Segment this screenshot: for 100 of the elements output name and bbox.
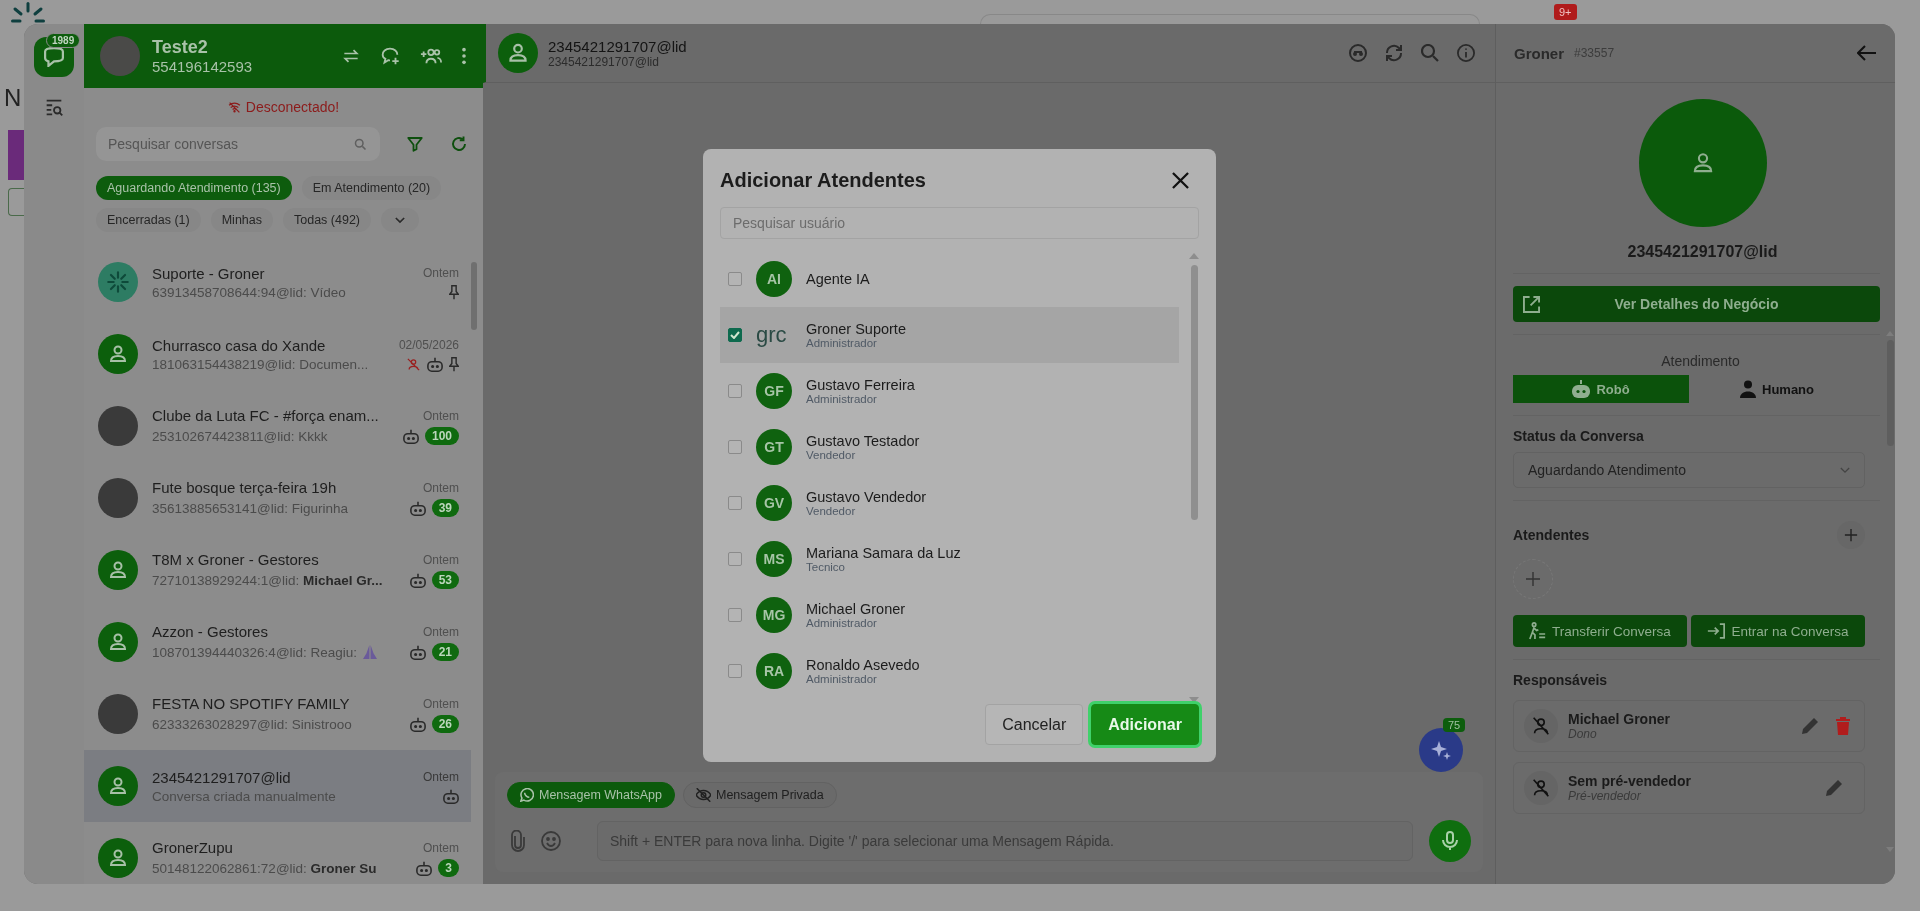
conversation-item[interactable]: GronerZupu Ontem 50148122062861:72@lid: Groner Su 3 — [84, 822, 471, 884]
checkbox[interactable] — [728, 664, 742, 678]
search-field[interactable]: Pesquisar conversas — [96, 127, 380, 161]
face-icon[interactable] — [1349, 44, 1367, 62]
filter-chip[interactable]: Minhas — [210, 208, 273, 232]
conversation-name: Fute bosque terça-feira 19h — [152, 479, 338, 496]
scrollbar[interactable] — [471, 262, 477, 330]
checkbox[interactable] — [728, 440, 742, 454]
service-mode-toggle[interactable]: Robô — [1513, 375, 1689, 403]
user-role: Vendedor — [806, 505, 857, 517]
close-icon[interactable] — [1172, 171, 1189, 189]
refresh-icon[interactable] — [450, 135, 468, 153]
user-row[interactable]: MG Michael Groner Administrador — [720, 587, 1179, 643]
conversation-name: GronerZupu — [152, 839, 234, 856]
filter-chip[interactable]: Em Atendimento (20) — [301, 176, 442, 200]
user-row[interactable]: RA Ronaldo Asevedo Administrador — [720, 643, 1179, 699]
user-row[interactable]: GF Gustavo Ferreira Administrador — [720, 363, 1179, 419]
pencil-icon[interactable] — [1802, 718, 1818, 734]
new-chat-icon[interactable] — [379, 45, 401, 67]
search-icon — [353, 137, 368, 152]
conversation-item[interactable]: Clube da Luta FC - #força enam... Ontem 253102674423811@lid: Kkkk 100 — [84, 390, 471, 462]
add-button[interactable]: Adicionar — [1091, 704, 1199, 745]
checkbox[interactable] — [728, 272, 742, 286]
user-row[interactable]: GV Gustavo Vendedor Vendedor — [720, 475, 1179, 531]
user-row[interactable]: GT Gustavo Testador Vendedor — [720, 419, 1179, 475]
user-name: Gustavo Ferreira — [806, 377, 915, 393]
message-preview: 50148122062861:72@lid: Groner Su — [152, 860, 377, 876]
conversation-name: Suporte - Groner — [152, 264, 266, 282]
filter-icon[interactable] — [406, 135, 424, 153]
photo-placeholder — [100, 36, 140, 76]
conversation-item[interactable]: T8M x Groner - Gestores Ontem 72710138929244:1@lid: Michael Gr... 53 — [84, 534, 471, 606]
scroll-up-icon[interactable] — [1886, 331, 1894, 336]
person-avatar — [498, 33, 538, 73]
conversation-time: Ontem — [423, 266, 459, 280]
message-preview: 72710138929244:1@lid: Michael Gr... — [152, 572, 383, 588]
user-row[interactable]: MS Mariana Samara da Luz Tecnico — [720, 531, 1179, 587]
robot-icon — [1572, 380, 1591, 398]
initials-avatar: MG — [756, 597, 792, 633]
emoji-icon[interactable] — [541, 831, 561, 851]
checkbox[interactable] — [728, 608, 742, 622]
conversation-time: Ontem — [423, 408, 459, 423]
checkbox[interactable] — [728, 384, 742, 398]
filter-chip[interactable]: Encerradas (1) — [96, 208, 201, 232]
user-role: Tecnico — [806, 561, 846, 573]
notification-badge[interactable]: 9+ — [1554, 4, 1577, 20]
deal-details-button[interactable]: Ver Detalhes do Negócio — [1513, 286, 1880, 322]
more-options-icon[interactable] — [461, 46, 467, 66]
conversation-item[interactable]: Suporte - Groner Ontem 63913458708644:94@lid: Vídeo — [84, 246, 471, 318]
cancel-button[interactable]: Cancelar — [985, 704, 1084, 745]
search-icon[interactable] — [1421, 44, 1439, 62]
conversation-item[interactable]: Fute bosque terça-feira 19h Ontem 35613885653141@lid: Figurinha 39 — [84, 462, 471, 534]
scroll-up-icon[interactable] — [1189, 253, 1199, 259]
conversation-name: Churrasco casa do Xande — [152, 336, 327, 354]
checkbox[interactable] — [728, 496, 742, 510]
sync-icon[interactable] — [1385, 44, 1403, 62]
microphone-button[interactable] — [1429, 820, 1471, 862]
logo-avatar — [98, 262, 138, 302]
unread-badge: 21 — [431, 643, 459, 661]
conversation-item[interactable]: Azzon - Gestores Ontem 108701394440326:4@lid: Reagiu: 21 — [84, 606, 471, 678]
trash-icon[interactable] — [1836, 717, 1850, 735]
conversation-action-button[interactable]: Entrar na Conversa — [1691, 615, 1865, 647]
conversation-time: 02/05/2026 — [398, 338, 459, 352]
enter-icon — [1707, 623, 1726, 639]
scrollbar[interactable] — [1886, 331, 1894, 852]
pencil-icon[interactable] — [1826, 780, 1842, 796]
scroll-down-icon[interactable] — [1886, 847, 1894, 852]
add-button[interactable] — [1837, 521, 1865, 549]
scroll-thumb[interactable] — [1190, 265, 1198, 520]
scrollbar[interactable] — [1189, 251, 1199, 703]
walking-person-icon — [1529, 622, 1547, 640]
checkbox[interactable] — [728, 328, 742, 342]
status-dropdown[interactable]: Aguardando Atendimento — [1513, 452, 1865, 488]
conversation-item[interactable]: Churrasco casa do Xande 02/05/2026 181063154438219@lid: Documen... — [84, 318, 471, 390]
chat-nav-button[interactable] — [34, 37, 74, 77]
count-badge: 1989 — [46, 33, 81, 48]
unread-badge: 39 — [431, 499, 459, 517]
checkbox[interactable] — [728, 552, 742, 566]
conversation-time: Ontem — [423, 480, 459, 495]
back-arrow-icon[interactable] — [1857, 45, 1877, 61]
initials-avatar: RA — [756, 653, 792, 689]
conversation-item[interactable]: FESTA NO SPOTIFY FAMILY Ontem 62333263028297@lid: Sinistrooo 26 — [84, 678, 471, 750]
filter-chip[interactable]: Aguardando Atendimento (135) — [96, 176, 292, 200]
conversation-action-button[interactable]: Transferir Conversa — [1513, 615, 1687, 647]
filter-chip[interactable]: Todas (492) — [283, 208, 371, 232]
expand-filters-button[interactable] — [381, 208, 419, 232]
page-heading: N — [4, 84, 22, 112]
info-icon[interactable] — [1457, 44, 1475, 62]
person-avatar — [98, 334, 138, 374]
conversation-name: 2345421291707@lid — [152, 768, 292, 786]
banner-shape — [8, 130, 24, 180]
paperclip-icon[interactable] — [511, 830, 525, 852]
message-mode-tab[interactable]: Mensagem WhatsApp — [507, 782, 675, 808]
message-preview: 108701394440326:4@lid: Reagiu: — [152, 644, 358, 660]
user-row[interactable]: grc Groner Suporte Administrador — [720, 307, 1179, 363]
user-row[interactable]: AI Agente IA — [720, 251, 1179, 307]
message-mode-tab[interactable]: Mensagem Privada — [683, 782, 837, 808]
scroll-thumb[interactable] — [1886, 340, 1894, 446]
sparkle-button[interactable] — [1419, 728, 1463, 772]
message-preview: 63913458708644:94@lid: Vídeo — [152, 284, 346, 300]
search-field[interactable]: Pesquisar usuário — [720, 207, 1199, 239]
